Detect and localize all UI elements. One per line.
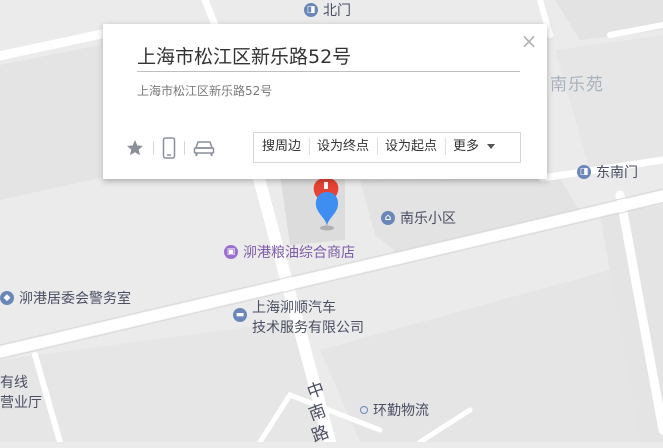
poi-label-line: 有线 — [0, 375, 28, 391]
info-window-title: 上海市松江区新乐路52号 — [137, 46, 352, 68]
road-label-zhongnan: 中 南 路 — [305, 379, 332, 447]
poi-label-line: 上海泖顺汽车 — [252, 300, 336, 316]
chevron-down-icon — [487, 144, 496, 149]
more-button[interactable]: 更多 — [445, 132, 503, 163]
poi-auto-service[interactable]: ▬ 上海泖顺汽车 技术服务有限公司 — [233, 298, 364, 338]
divider — [153, 141, 154, 155]
poi-north-gate[interactable]: ◨ 北门 — [304, 0, 351, 20]
info-window-address: 上海市松江区新乐路52号 — [137, 84, 273, 98]
search-nearby-button[interactable]: 搜周边 — [254, 132, 309, 163]
poi-east-south-gate[interactable]: ◨ 东南门 — [577, 162, 638, 182]
poi-pin-icon: ⌂ — [381, 211, 395, 225]
poi-pin-icon: ◨ — [577, 165, 591, 179]
phone-icon[interactable] — [162, 136, 176, 160]
poi-nanle-community[interactable]: ⌂ 南乐小区 — [381, 208, 456, 228]
divider — [184, 141, 185, 155]
poi-pin-icon: ◨ — [304, 3, 318, 17]
poi-grain-oil-store[interactable]: ▣ 泖港粮油综合商店 — [224, 242, 355, 262]
dot-icon — [360, 406, 368, 414]
poi-label: 南乐小区 — [400, 211, 456, 227]
poi-business-hall[interactable]: 有线 营业厅 — [0, 373, 42, 413]
road-label-char: 南 — [306, 400, 329, 426]
star-icon[interactable] — [125, 136, 145, 160]
poi-label: 环勤物流 — [373, 403, 429, 419]
car-icon[interactable] — [193, 136, 215, 160]
info-window-icon-bar — [125, 136, 215, 160]
set-origin-button[interactable]: 设为起点 — [377, 132, 445, 163]
poi-label: 泖港居委会警务室 — [19, 291, 131, 307]
poi-label: 东南门 — [596, 165, 638, 181]
info-window: 上海市松江区新乐路52号 上海市松江区新乐路52号 × 搜周边 设为终点 设为起… — [103, 24, 547, 179]
poi-label: 北门 — [323, 3, 351, 19]
info-window-actions: 搜周边 设为终点 设为起点 更多 — [253, 132, 521, 163]
police-icon: ◆ — [0, 291, 14, 305]
close-icon[interactable]: × — [520, 31, 538, 51]
poi-label-line: 技术服务有限公司 — [252, 320, 364, 336]
car-service-icon: ▬ — [233, 308, 247, 322]
road-label-char: 路 — [309, 422, 332, 447]
map-block — [0, 45, 100, 200]
more-button-label: 更多 — [453, 139, 480, 154]
poi-label: 上海泖顺汽车 技术服务有限公司 — [252, 298, 364, 338]
area-label-nanle-garden[interactable]: 南乐苑 — [550, 70, 604, 95]
poi-police-room[interactable]: ◆ 泖港居委会警务室 — [0, 288, 131, 308]
set-destination-button[interactable]: 设为终点 — [309, 132, 377, 163]
shopping-icon: ▣ — [224, 245, 238, 259]
divider — [137, 71, 520, 72]
poi-label-line: 营业厅 — [0, 395, 42, 411]
poi-label: 泖港粮油综合商店 — [243, 245, 355, 261]
poi-logistics[interactable]: 环勤物流 — [360, 400, 429, 420]
